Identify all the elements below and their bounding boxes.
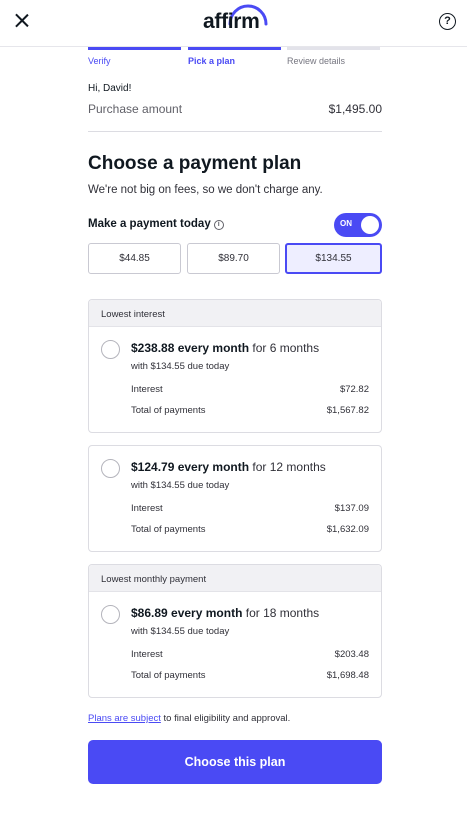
amount-option-134-55[interactable]: $134.55 — [285, 243, 382, 274]
total-value: $1,632.09 — [326, 524, 369, 535]
total-label: Total of payments — [131, 670, 206, 681]
step-bar — [188, 47, 281, 50]
plan-due-today: with $134.55 due today — [131, 480, 230, 491]
total-label: Total of payments — [131, 524, 206, 535]
plan-total-row: Total of payments $1,698.48 — [131, 670, 369, 681]
plan-card-12-months[interactable]: $124.79 every month for 12 months with $… — [88, 445, 382, 552]
info-icon[interactable]: i — [213, 220, 224, 230]
step-label: Verify — [88, 56, 111, 66]
total-value: $1,567.82 — [326, 405, 369, 416]
plan-tag: Lowest interest — [89, 300, 381, 327]
interest-value: $72.82 — [339, 384, 369, 395]
step-verify: Verify — [88, 47, 181, 66]
amount-option-89-70[interactable]: $89.70 — [187, 243, 280, 274]
interest-value: $203.48 — [334, 649, 369, 660]
greeting: Hi, David! — [88, 83, 132, 94]
plan-interest-row: Interest $203.48 — [131, 649, 369, 660]
step-review-details: Review details — [287, 47, 380, 66]
step-pick-a-plan: Pick a plan — [188, 47, 281, 66]
plan-summary: $238.88 every month for 6 months — [131, 341, 319, 355]
plan-term: for 6 months — [249, 341, 320, 355]
plan-summary: $124.79 every month for 12 months — [131, 460, 326, 474]
page-title: Choose a payment plan — [88, 153, 302, 174]
plan-monthly: $86.89 every month — [131, 606, 243, 620]
plan-body: $238.88 every month for 6 months with $1… — [89, 327, 381, 432]
purchase-amount-label: Purchase amount — [88, 102, 183, 116]
fine-print: Plans are subject to final eligibility a… — [88, 713, 290, 724]
total-label: Total of payments — [131, 405, 206, 416]
step-label: Review details — [287, 56, 346, 66]
divider — [88, 131, 382, 132]
plan-term: for 12 months — [249, 460, 326, 474]
progress-steps: Verify Pick a plan Review details — [88, 47, 382, 69]
plans-subject-link[interactable]: Plans are subject — [88, 713, 161, 724]
plan-interest-row: Interest $72.82 — [131, 384, 369, 395]
toggle-state-label: ON — [340, 219, 352, 228]
plan-card-18-months[interactable]: Lowest monthly payment $86.89 every mont… — [88, 564, 382, 698]
interest-value: $137.09 — [334, 503, 369, 514]
plan-card-6-months[interactable]: Lowest interest $238.88 every month for … — [88, 299, 382, 433]
plan-radio[interactable] — [101, 340, 120, 359]
step-bar — [287, 47, 380, 50]
plan-body: $124.79 every month for 12 months with $… — [89, 446, 381, 551]
plan-summary: $86.89 every month for 18 months — [131, 606, 319, 620]
plan-radio[interactable] — [101, 459, 120, 478]
plan-monthly: $124.79 every month — [131, 460, 250, 474]
top-bar: affirm ? — [0, 0, 467, 47]
plan-due-today: with $134.55 due today — [131, 361, 230, 372]
plan-total-row: Total of payments $1,632.09 — [131, 524, 369, 535]
step-label: Pick a plan — [188, 56, 236, 66]
pay-today-toggle[interactable]: ON — [334, 213, 382, 237]
fine-print-text: to final eligibility and approval. — [160, 713, 291, 724]
toggle-knob — [361, 216, 379, 234]
help-icon[interactable]: ? — [439, 13, 456, 30]
purchase-amount-row: Purchase amount $1,495.00 — [88, 102, 382, 116]
total-value: $1,698.48 — [326, 670, 369, 681]
plan-tag: Lowest monthly payment — [89, 565, 381, 592]
plan-body: $86.89 every month for 18 months with $1… — [89, 592, 381, 697]
pay-today-label: Make a payment today — [88, 218, 211, 230]
interest-label: Interest — [131, 384, 163, 395]
step-bar — [88, 47, 181, 50]
interest-label: Interest — [131, 503, 163, 514]
plan-interest-row: Interest $137.09 — [131, 503, 369, 514]
interest-label: Interest — [131, 649, 163, 660]
subtitle: We're not big on fees, so we don't charg… — [88, 184, 323, 196]
amount-option-44-85[interactable]: $44.85 — [88, 243, 181, 274]
plan-term: for 18 months — [242, 606, 320, 620]
plan-radio[interactable] — [101, 605, 120, 624]
purchase-amount-value: $1,495.00 — [328, 102, 382, 116]
affirm-logo: affirm — [203, 10, 260, 33]
close-icon[interactable] — [12, 11, 32, 31]
pay-today-label-row: Make a payment today i — [88, 218, 224, 230]
plan-monthly: $238.88 every month — [131, 341, 250, 355]
plan-due-today: with $134.55 due today — [131, 626, 230, 637]
plan-total-row: Total of payments $1,567.82 — [131, 405, 369, 416]
choose-plan-button[interactable]: Choose this plan — [88, 740, 382, 784]
